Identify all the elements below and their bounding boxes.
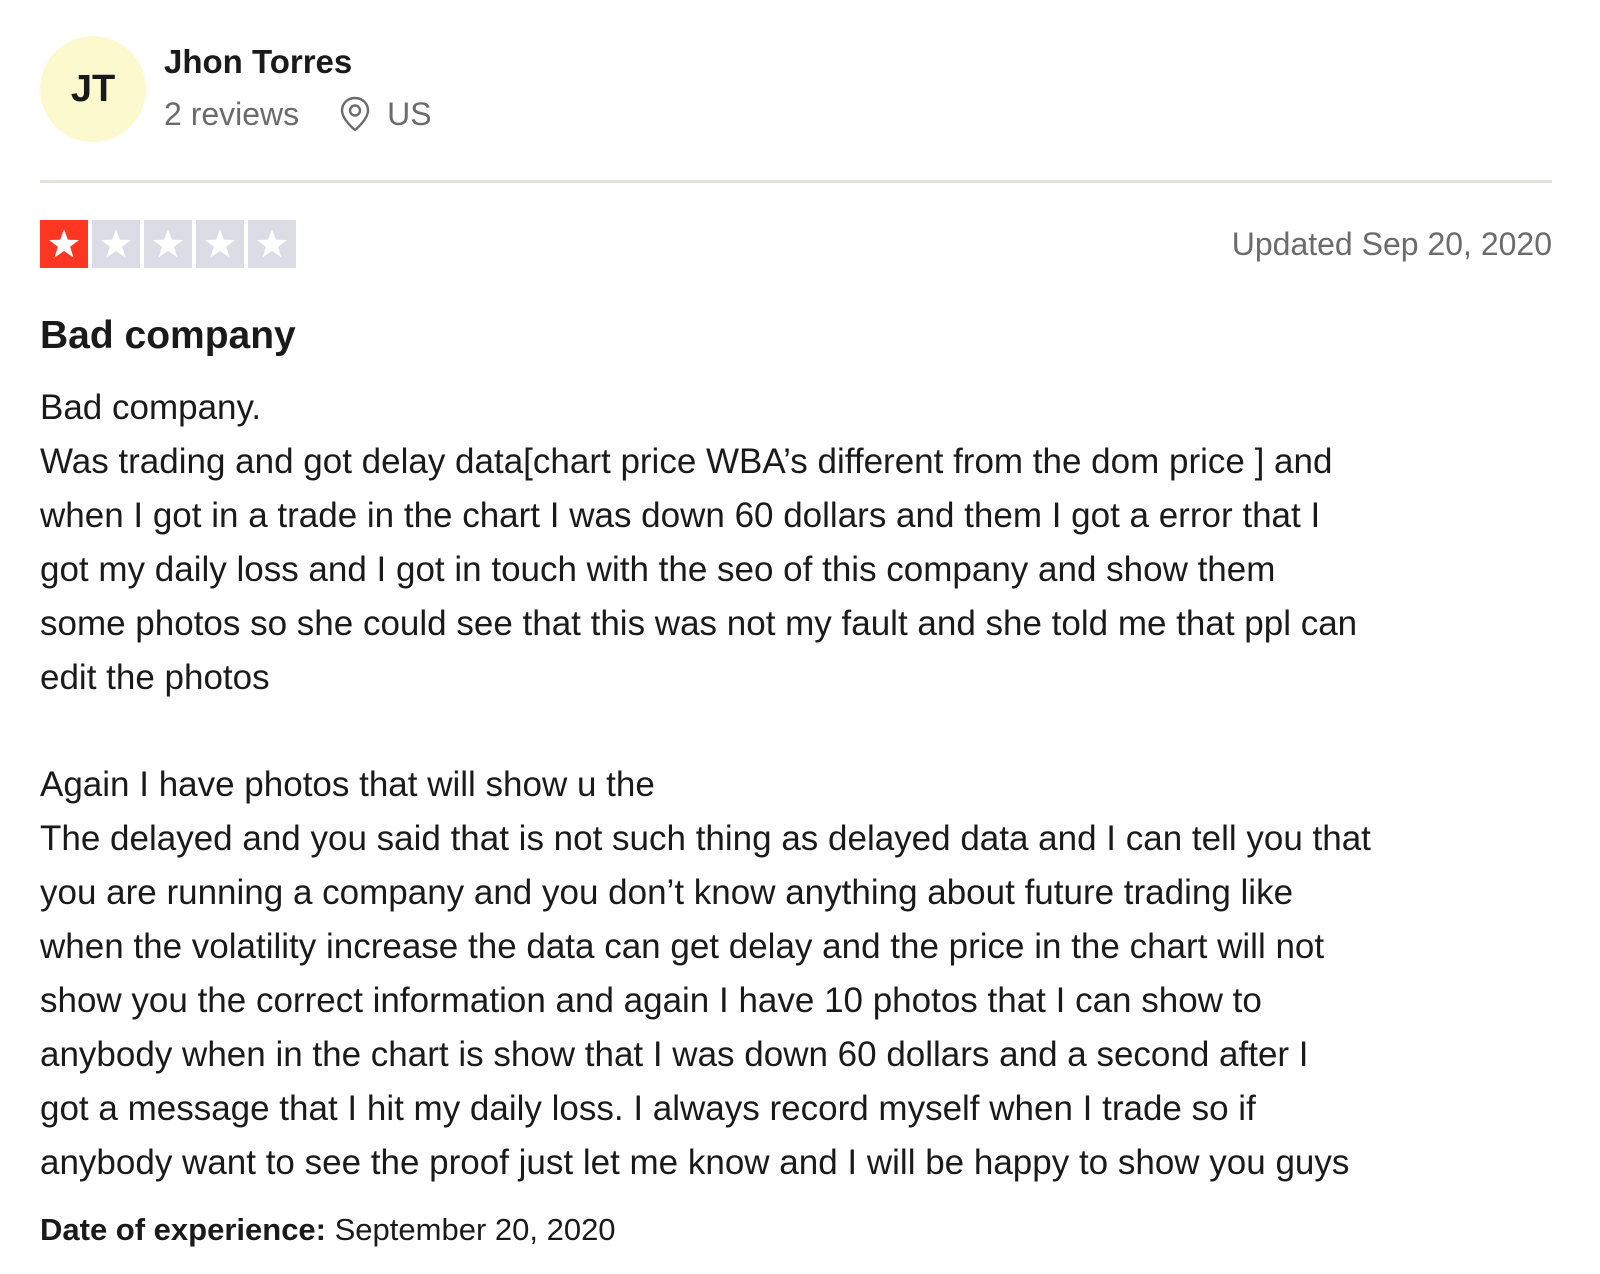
review-body-line: show you the correct information and aga… <box>40 980 1262 1020</box>
consumer-meta: 2 reviews US <box>164 94 432 134</box>
review-body-line: anybody when in the chart is show that I… <box>40 1034 1309 1074</box>
consumer-name-link[interactable]: Jhon Torres <box>164 40 432 84</box>
review-body-line: The delayed and you said that is not suc… <box>40 819 1371 859</box>
review-body-line: when I got in a trade in the chart I was… <box>40 495 1321 535</box>
experience-value: September 20, 2020 <box>334 1212 616 1247</box>
consumer-header: JT Jhon Torres 2 reviews US <box>40 36 432 142</box>
review-body-line: edit the photos <box>40 657 270 697</box>
review-body-line: anybody want to see the proof just let m… <box>40 1142 1350 1182</box>
star-icon <box>248 220 296 268</box>
review-body-line: when the volatility increase the data ca… <box>40 927 1325 967</box>
header-divider <box>40 180 1552 183</box>
experience-label: Date of experience: <box>40 1212 326 1247</box>
review-body-line: got my daily loss and I got in touch wit… <box>40 549 1276 589</box>
star-icon <box>92 220 140 268</box>
location-pin-icon <box>339 96 371 132</box>
star-icon <box>144 220 192 268</box>
review-body-line: Was trading and got delay data[chart pri… <box>40 441 1333 481</box>
review-body-line: Bad company. <box>40 388 262 427</box>
star-icon <box>40 220 88 268</box>
location-label: US <box>387 96 432 132</box>
review-body-line: Again I have photos that will show u the <box>40 765 655 805</box>
consumer-info: Jhon Torres 2 reviews US <box>164 40 432 134</box>
review-body-line: you are running a company and you don’t … <box>40 873 1294 913</box>
star-icon <box>196 220 244 268</box>
review-date: Updated Sep 20, 2020 <box>1231 226 1552 262</box>
date-of-experience: Date of experience: September 20, 2020 <box>40 1208 616 1252</box>
review-body-line: got a message that I hit my daily loss. … <box>40 1088 1256 1128</box>
avatar[interactable]: JT <box>40 36 146 142</box>
consumer-location: US <box>339 94 432 134</box>
review-title[interactable]: Bad company <box>40 310 296 362</box>
review-body: Bad company. Was trading and got delay d… <box>40 381 1560 1190</box>
review-body-line: some photos so she could see that this w… <box>40 603 1358 643</box>
reviews-count: 2 reviews <box>164 96 300 132</box>
rating-row: Updated Sep 20, 2020 <box>40 220 1552 272</box>
